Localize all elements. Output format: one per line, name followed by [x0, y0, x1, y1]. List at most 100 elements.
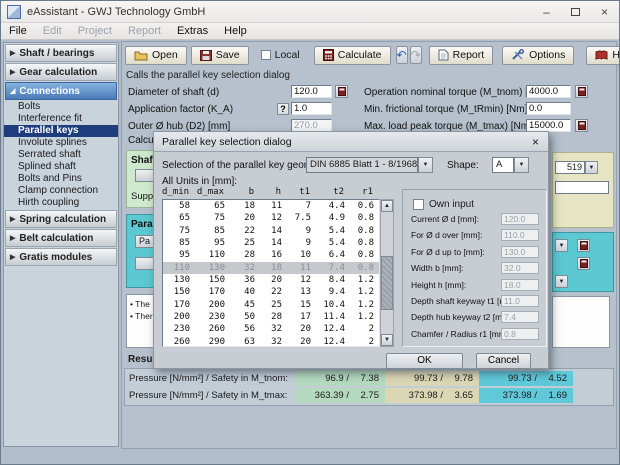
chevron-down-icon[interactable]: ▼ [585, 161, 598, 174]
key-table-row[interactable]: 130 150 36 20 12 8.4 1.2 [163, 274, 379, 286]
maximize-button[interactable] [561, 1, 590, 23]
key-table-header: d_mind_maxbht1t2r1 [162, 187, 378, 197]
own-input-field-row: Chamfer / Radius r1 [mm]: 0.8 [403, 327, 546, 343]
chevron-down-icon[interactable]: ▼ [555, 239, 568, 252]
report-document-icon [438, 49, 449, 61]
key-table-row[interactable]: 85 95 25 14 9 5.4 0.8 [163, 237, 379, 249]
sidebar-header-label: Belt calculation [19, 233, 93, 244]
nominal-torque-input[interactable] [526, 85, 571, 98]
own-input-checkbox-row[interactable]: Own input [403, 196, 546, 212]
help-book-icon [595, 50, 608, 61]
calculate-label: Calculate [338, 49, 382, 61]
right-dropdown-value: 519 [555, 161, 585, 174]
sidebar-header-gratis-modules[interactable]: ▶ Gratis modules [5, 248, 117, 266]
sidebar-header-gear-calculation[interactable]: ▶ Gear calculation [5, 63, 117, 81]
sidebar-item[interactable]: Bolts and Pins [4, 173, 118, 185]
open-button[interactable]: Open [125, 46, 187, 65]
diameter-calc-button[interactable] [335, 85, 348, 98]
sidebar-header-belt-calculation[interactable]: ▶ Belt calculation [5, 229, 117, 247]
scroll-up-icon[interactable]: ▲ [381, 200, 393, 212]
key-table-row[interactable]: 150 170 40 22 13 9.4 1.2 [163, 286, 379, 298]
menu-edit: Edit [35, 23, 70, 39]
sidebar-item[interactable]: Serrated shaft [4, 149, 118, 161]
right-field-fragment [555, 181, 609, 194]
application-factor-input[interactable] [291, 102, 332, 115]
key-table-row[interactable]: 58 65 18 11 7 4.4 0.6 [163, 200, 379, 212]
save-button[interactable]: Save [191, 46, 249, 65]
ok-button[interactable]: OK [386, 353, 463, 369]
key-table-row[interactable]: 95 110 28 16 10 6.4 0.8 [163, 249, 379, 261]
report-button[interactable]: Report [429, 46, 494, 65]
sidebar-header-shaft-bearings[interactable]: ▶ Shaft / bearings [5, 44, 117, 62]
key-table-row[interactable]: 170 200 45 25 15 10.4 1.2 [163, 299, 379, 311]
menu-file[interactable]: File [1, 23, 35, 39]
calculate-button[interactable]: Calculate [314, 46, 391, 65]
sidebar-item[interactable]: Involute splines [4, 137, 118, 149]
own-input-field-row: Depth hub keyway t2 [mm]: 7.4 [403, 310, 546, 326]
key-table-row[interactable]: 110 130 32 18 11 7.4 0.8 [163, 262, 379, 274]
minimize-button[interactable]: – [532, 1, 561, 23]
undo-button[interactable]: ↶ [396, 46, 408, 64]
chevron-down-icon[interactable]: ▼ [555, 275, 568, 288]
sidebar-item[interactable]: Bolts [4, 101, 118, 113]
teal-calc-button-2[interactable] [577, 257, 590, 270]
result-title-fragment: Resul [128, 354, 155, 365]
teal-dropdown-fragment-2[interactable]: ▼ [555, 275, 568, 288]
geometry-dropdown[interactable]: DIN 6885 Blatt 1 - 8/1968 ▼ [306, 157, 433, 173]
key-table-row[interactable]: 65 75 20 12 7.5 4.9 0.8 [163, 212, 379, 224]
key-table-row[interactable]: 75 85 22 14 9 5.4 0.8 [163, 225, 379, 237]
own-input-checkbox[interactable] [413, 199, 424, 210]
key-table-scrollbar[interactable]: ▲ ▼ [380, 199, 394, 347]
diameter-shaft-input[interactable] [291, 85, 332, 98]
shape-dropdown[interactable]: A ▼ [492, 157, 529, 173]
calculator-icon [580, 241, 588, 250]
calculator-icon [323, 49, 334, 61]
menu-help[interactable]: Help [216, 23, 255, 39]
close-button[interactable]: × [590, 1, 619, 23]
scrollbar-thumb[interactable] [381, 256, 393, 310]
nominal-torque-calc-button[interactable] [575, 85, 588, 98]
key-table-row[interactable]: 260 290 63 32 20 12.4 2 [163, 336, 379, 347]
results-row-label: Pressure [N/mm²] / Safety in M_tmax: [125, 390, 295, 401]
local-label: Local [275, 49, 300, 61]
help-button[interactable]: Help [586, 46, 620, 65]
sidebar-header-connections[interactable]: ◢ Connections [5, 82, 117, 100]
sidebar-item[interactable]: Splined shaft [4, 161, 118, 173]
result-cell: 373.98 /3.65 [385, 388, 479, 403]
calculator-icon [338, 87, 346, 96]
sidebar-header-spring-calculation[interactable]: ▶ Spring calculation [5, 210, 117, 228]
key-table-row[interactable]: 200 230 50 28 17 11.4 1.2 [163, 311, 379, 323]
menu-extras[interactable]: Extras [169, 23, 216, 39]
options-button[interactable]: Options [502, 46, 574, 65]
shape-label: Shape: [447, 160, 479, 171]
chevron-down-icon[interactable]: ▼ [514, 157, 529, 173]
own-input-field: 120.0 [501, 213, 539, 225]
peak-torque-calc-button[interactable] [575, 119, 588, 132]
local-checkbox[interactable] [261, 50, 271, 60]
key-table-row[interactable]: 230 260 56 32 20 12.4 2 [163, 323, 379, 335]
own-input-fields: Current Ø d [mm]: 120.0 For Ø d over [mm… [403, 212, 546, 343]
sidebar-item[interactable]: Parallel keys [4, 125, 118, 137]
local-checkbox-group[interactable]: Local [261, 49, 300, 61]
own-input-field: 11.0 [501, 295, 539, 307]
dialog-close-icon[interactable]: × [528, 135, 543, 150]
right-dropdown-fragment[interactable]: 519 ▼ [555, 161, 598, 174]
sidebar-connections-list: Bolts Interference fit Parallel keys Inv… [4, 101, 118, 209]
sidebar-item[interactable]: Interference fit [4, 113, 118, 125]
calculation-label-fragment: Calcul [128, 135, 156, 146]
scroll-down-icon[interactable]: ▼ [381, 334, 393, 346]
application-factor-help-button[interactable]: ? [277, 103, 289, 115]
parallel-key-selection-dialog: Parallel key selection dialog × Selectio… [153, 131, 549, 369]
teal-calc-button[interactable] [577, 239, 590, 252]
menubar: File Edit Project Report Extras Help [1, 23, 619, 40]
chevron-down-icon[interactable]: ▼ [418, 157, 433, 173]
own-input-field: 130.0 [501, 246, 539, 258]
cancel-button[interactable]: Cancel [476, 353, 531, 369]
sidebar-item[interactable]: Clamp connection [4, 185, 118, 197]
undo-icon: ↶ [397, 49, 407, 61]
teal-dropdown-fragment[interactable]: ▼ [555, 239, 568, 252]
frictional-torque-input[interactable] [526, 102, 571, 115]
right-teal-panel-fragment: ▼ ▼ [552, 232, 614, 292]
sidebar-item[interactable]: Hirth coupling [4, 197, 118, 209]
menu-project: Project [70, 23, 120, 39]
